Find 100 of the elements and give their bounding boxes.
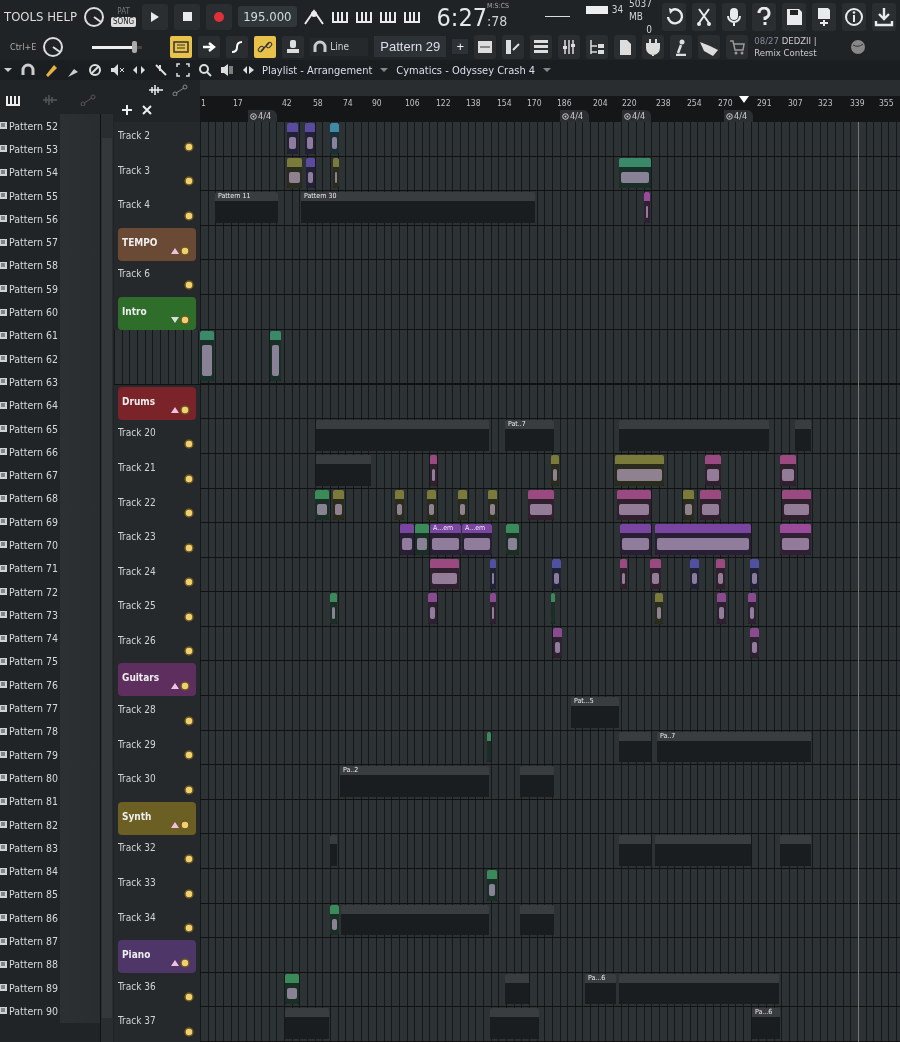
track-name[interactable]: Track 26 (118, 634, 156, 646)
pattern-item[interactable]: Pattern 56 (0, 207, 100, 231)
bar-number: 90 (372, 98, 382, 108)
song-time: 6:27 (436, 3, 488, 32)
pattern-item[interactable]: Pattern 81 (0, 789, 100, 813)
polyphony-count: 0 (646, 23, 652, 36)
bar-number: 355 (879, 98, 894, 108)
tempo-display[interactable]: 195.000 (238, 6, 297, 27)
time-signature-label: 4/4 (632, 111, 646, 121)
group-header[interactable]: Guitars (118, 663, 196, 697)
pattern-item[interactable]: Pattern 55 (0, 183, 100, 208)
group-header[interactable]: Synth (118, 801, 196, 835)
pattern-item[interactable]: Pattern 75 (0, 649, 100, 674)
time-signature-marker[interactable]: 4/4 (248, 110, 278, 122)
pattern-item[interactable]: Pattern 54 (0, 160, 100, 184)
playlist-title: Playlist - Arrangement (262, 63, 373, 77)
pattern-item[interactable]: Pattern 70 (0, 533, 100, 557)
memory-usage: 5037 MB (629, 0, 652, 23)
pattern-item[interactable]: Pattern 61 (0, 323, 100, 347)
bar-number: 220 (622, 98, 637, 108)
track-name[interactable]: Track 30 (118, 773, 156, 785)
pattern-item[interactable]: Pattern 57 (0, 230, 100, 254)
bar-number: 170 (527, 98, 542, 108)
time-signature-marker[interactable]: 4/4 (560, 110, 590, 122)
pattern-item[interactable]: Pattern 68 (0, 486, 100, 511)
pattern-item[interactable]: Pattern 79 (0, 743, 100, 767)
track-name[interactable]: Track 4 (118, 199, 150, 211)
menu-bar[interactable]: TOOLS HELP (4, 9, 77, 24)
pattern-item[interactable]: Pattern 86 (0, 906, 100, 930)
pattern-item[interactable]: Pattern 69 (0, 510, 100, 534)
bar-number: 17 (233, 98, 243, 108)
snap-selector[interactable]: Line (310, 37, 369, 56)
pattern-item[interactable]: Pattern 53 (0, 137, 100, 161)
track-name[interactable]: Track 23 (118, 531, 156, 543)
pattern-item[interactable]: Pattern 89 (0, 976, 100, 1000)
group-header[interactable]: Drums (118, 386, 196, 420)
group-header[interactable]: Intro (118, 296, 196, 330)
pattern-item[interactable]: Pattern 76 (0, 673, 100, 697)
track-name[interactable]: Track 34 (118, 911, 156, 923)
pattern-item[interactable]: Pattern 59 (0, 277, 100, 301)
track-name[interactable]: Track 32 (118, 842, 156, 854)
pattern-item[interactable]: Pattern 71 (0, 556, 100, 580)
pattern-item[interactable]: Pattern 65 (0, 416, 100, 441)
bar-number: 270 (718, 98, 733, 108)
group-header[interactable]: TEMPO (118, 227, 196, 261)
current-pattern-name[interactable]: Cymatics - Odyssey Crash 4 (396, 63, 536, 77)
track-name[interactable]: Track 25 (118, 600, 156, 612)
pattern-item[interactable]: Pattern 60 (0, 300, 100, 324)
track-name[interactable]: Track 36 (118, 980, 156, 992)
bar-number: 1 (201, 98, 206, 108)
add-pattern-button[interactable]: + (452, 39, 469, 54)
track-name[interactable]: Track 21 (118, 461, 156, 473)
pattern-item[interactable]: Pattern 84 (0, 859, 100, 883)
pattern-item[interactable]: Pattern 85 (0, 882, 100, 907)
pattern-item[interactable]: Pattern 80 (0, 766, 100, 790)
bar-number: 254 (687, 98, 702, 108)
track-name[interactable]: Track 33 (118, 877, 156, 889)
bar-number: 339 (850, 98, 865, 108)
pattern-item[interactable]: Pattern 77 (0, 696, 100, 720)
mode-toggle[interactable]: SONG (110, 16, 137, 27)
track-name[interactable]: Track 28 (118, 704, 156, 716)
pattern-item[interactable]: Pattern 66 (0, 440, 100, 464)
time-signature-marker[interactable]: 4/4 (724, 110, 754, 122)
track-name[interactable]: Track 2 (118, 130, 150, 141)
group-header[interactable]: Piano (118, 940, 196, 974)
mode-toggle[interactable]: PAT (115, 6, 132, 17)
bar-number: 204 (593, 98, 608, 108)
track-name[interactable]: Track 6 (118, 268, 150, 280)
pattern-item[interactable]: Pattern 90 (0, 999, 100, 1023)
pattern-item[interactable]: Pattern 63 (0, 370, 100, 394)
pattern-item[interactable]: Pattern 78 (0, 719, 100, 743)
bar-number: 42 (282, 98, 292, 108)
news-ticker[interactable]: 08/27 DEDZII | Remix Contest (754, 34, 845, 59)
pattern-item[interactable]: Pattern 87 (0, 929, 100, 953)
pattern-selector[interactable]: Pattern 29 (374, 36, 447, 57)
bar-number: 74 (343, 98, 353, 108)
track-name[interactable]: Track 29 (118, 738, 156, 750)
time-signature-label: 4/4 (734, 111, 748, 121)
pattern-item[interactable]: Pattern 67 (0, 463, 100, 487)
track-name[interactable]: Track 37 (118, 1015, 156, 1027)
pattern-item[interactable]: Pattern 52 (0, 114, 100, 138)
track-name[interactable]: Track 20 (118, 427, 156, 439)
bar-number: 238 (656, 98, 671, 108)
pattern-item[interactable]: Pattern 64 (0, 393, 100, 417)
pattern-item[interactable]: Pattern 88 (0, 952, 100, 976)
bar-number: 138 (466, 98, 481, 108)
pattern-item[interactable]: Pattern 73 (0, 603, 100, 627)
pattern-item[interactable]: Pattern 72 (0, 579, 100, 604)
track-name[interactable]: Track 22 (118, 496, 156, 508)
pattern-item[interactable]: Pattern 74 (0, 626, 100, 650)
pattern-item[interactable]: Pattern 58 (0, 253, 100, 278)
pattern-item[interactable]: Pattern 82 (0, 812, 100, 837)
pattern-item[interactable]: Pattern 62 (0, 346, 100, 371)
time-signature-label: 4/4 (570, 111, 584, 121)
pattern-item[interactable]: Pattern 83 (0, 836, 100, 860)
track-name[interactable]: Track 24 (118, 565, 156, 577)
cpu-value: 34 (611, 3, 624, 15)
track-name[interactable]: Track 3 (118, 164, 150, 176)
time-signature-marker[interactable]: 4/4 (622, 110, 652, 122)
bar-number: 106 (405, 98, 420, 108)
